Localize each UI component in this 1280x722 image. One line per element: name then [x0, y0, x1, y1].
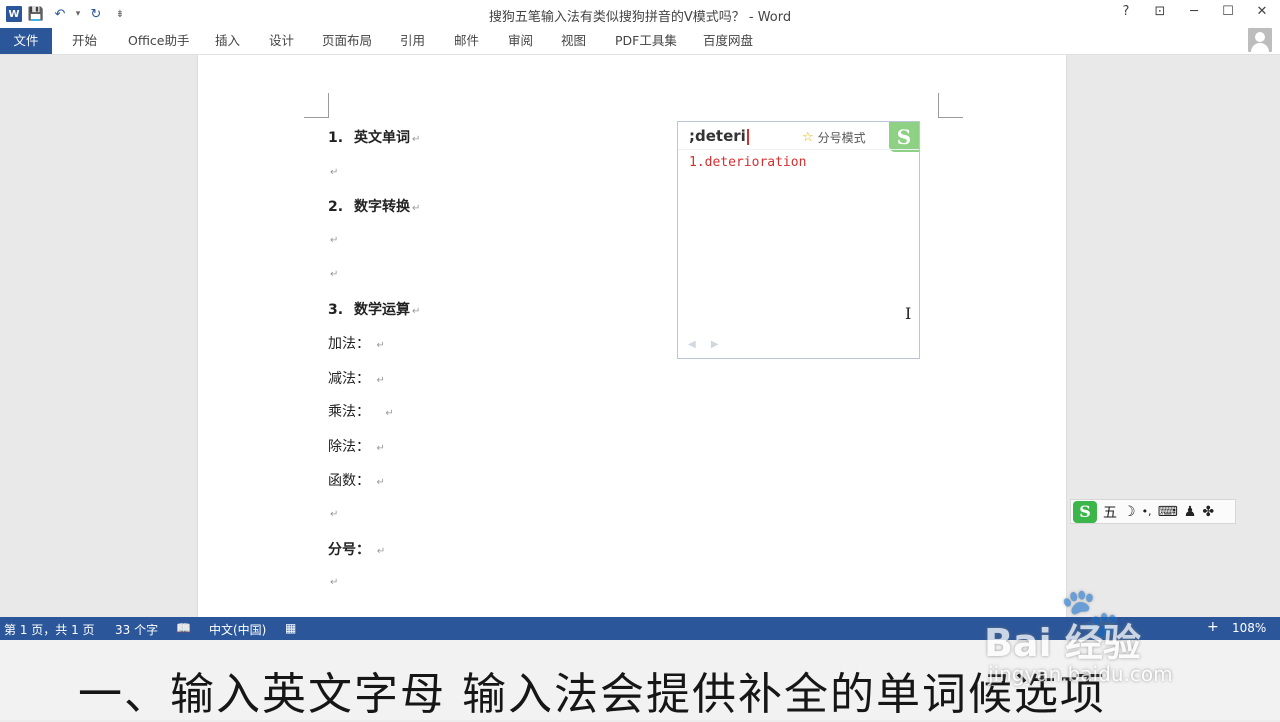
empty-paragraph[interactable]: ↵ [328, 505, 338, 521]
tab-design[interactable]: 设计 [261, 28, 302, 54]
heading-english-words: 英文单词 [354, 130, 410, 146]
list-item[interactable]: 3. 数学运算 ↵ [328, 299, 420, 319]
user-avatar[interactable] [1248, 28, 1272, 52]
paragraph-division[interactable]: 除法： ↵ [328, 436, 385, 456]
tab-view[interactable]: 视图 [553, 28, 594, 54]
paragraph-mark: ↵ [330, 269, 339, 280]
label-division: 除法： [328, 439, 370, 455]
paragraph-addition[interactable]: 加法： ↵ [328, 333, 385, 353]
ibeam-cursor-icon: I [905, 304, 912, 323]
paragraph-mark: ↵ [376, 546, 386, 557]
paragraph-mark: ↵ [376, 340, 385, 351]
tab-pdf-tools[interactable]: PDF工具集 [607, 28, 685, 54]
paragraph-mark: ↵ [376, 443, 385, 454]
tab-references[interactable]: 引用 [392, 28, 433, 54]
ime-mode-indicator: ☆ 分号模式 [802, 129, 866, 146]
ime-mode-wubi[interactable]: 五 [1103, 502, 1117, 522]
maximize-icon[interactable]: ☐ [1218, 4, 1238, 19]
word-count[interactable]: 33 个字 [115, 621, 158, 638]
crop-mark-top-left [304, 93, 329, 118]
sogou-logo-icon: S [889, 122, 919, 152]
paragraph-mark: ↵ [330, 167, 339, 178]
paragraph-fraction[interactable]: 分号： ↵ [328, 539, 385, 559]
user-icon[interactable]: ♟ [1184, 504, 1197, 520]
paragraph-mark: ↵ [385, 408, 394, 419]
ribbon-tabs: 文件 开始 Office助手 插入 设计 页面布局 引用 邮件 审阅 视图 PD… [0, 28, 1280, 55]
ribbon-display-icon[interactable]: ⊡ [1150, 4, 1170, 19]
ime-candidate-1[interactable]: 1.deterioration [689, 155, 806, 170]
moon-icon[interactable]: ☽ [1123, 504, 1136, 520]
ime-candidate-window: ;deteri ☆ 分号模式 S 1.deterioration ◀ ▶ [677, 121, 920, 359]
label-fraction: 分号： [328, 542, 370, 558]
paragraph-mark: ↵ [412, 134, 421, 145]
tab-mailings[interactable]: 邮件 [446, 28, 487, 54]
empty-paragraph[interactable]: ↵ [328, 231, 338, 247]
ime-input-line: ;deteri [689, 127, 749, 145]
list-item[interactable]: 2. 数字转换 ↵ [328, 196, 420, 216]
window-title: 搜狗五笔输入法有类似搜狗拼音的V模式吗？ - Word [488, 10, 792, 25]
language-indicator[interactable]: 中文(中国) [209, 621, 266, 638]
window-controls: ? ⊡ ─ ☐ ✕ [1116, 4, 1272, 19]
list-number: 3. [328, 302, 344, 318]
proofing-icon[interactable]: 📖 [176, 621, 191, 635]
heading-math-operations: 数学运算 [354, 302, 410, 318]
paragraph-function[interactable]: 函数： ↵ [328, 470, 385, 490]
paragraph-mark: ↵ [376, 375, 385, 386]
zoom-level[interactable]: 108% [1232, 621, 1266, 635]
empty-paragraph[interactable]: ↵ [328, 265, 338, 281]
tab-review[interactable]: 审阅 [500, 28, 541, 54]
empty-paragraph[interactable]: ↵ [328, 573, 338, 589]
ime-composition-text: ;deteri [689, 127, 746, 145]
tab-insert[interactable]: 插入 [207, 28, 248, 54]
tab-page-layout[interactable]: 页面布局 [314, 28, 380, 54]
toolbox-icon[interactable]: ✤ [1202, 504, 1214, 520]
label-addition: 加法： [328, 336, 370, 352]
ime-mode-label: 分号模式 [817, 131, 866, 145]
caption-text: 一、输入英文字母 输入法会提供补全的单词候选项 [78, 669, 1106, 720]
document-page[interactable]: 1. 英文单词 ↵ ↵ 2. 数字转换 ↵ ↵ ↵ 3. 数学运算 ↵ 加法： ↵ 减法： … [198, 55, 1066, 617]
list-number: 2. [328, 199, 344, 215]
keyboard-icon[interactable]: ⌨ [1158, 504, 1178, 520]
ime-page-arrows-icon[interactable]: ◀ ▶ [688, 339, 725, 350]
crop-mark-top-right [938, 93, 963, 118]
list-item[interactable]: 1. 英文单词 ↵ [328, 127, 420, 147]
watermark-brand: Bai 经验 [984, 621, 1141, 665]
list-number: 1. [328, 130, 344, 146]
tab-file[interactable]: 文件 [0, 28, 52, 54]
tab-home[interactable]: 开始 [64, 28, 105, 54]
label-function: 函数： [328, 473, 370, 489]
empty-paragraph[interactable]: ↵ [328, 163, 338, 179]
document-area[interactable]: 1. 英文单词 ↵ ↵ 2. 数字转换 ↵ ↵ ↵ 3. 数学运算 ↵ 加法： ↵ 减法： … [0, 55, 1280, 617]
macro-icon[interactable]: ▦ [285, 621, 296, 635]
zoom-in-icon[interactable]: + [1207, 619, 1219, 635]
punctuation-icon[interactable]: •, [1142, 505, 1152, 518]
tab-baidu-netdisk[interactable]: 百度网盘 [695, 28, 761, 54]
paragraph-mark: ↵ [330, 577, 339, 588]
paragraph-subtraction[interactable]: 减法： ↵ [328, 368, 385, 388]
ime-divider [678, 149, 919, 150]
help-icon[interactable]: ? [1116, 4, 1136, 19]
tab-office-assistant[interactable]: Office助手 [120, 28, 198, 54]
ime-status-bar[interactable]: S 五 ☽ •, ⌨ ♟ ✤ [1070, 499, 1236, 524]
ime-caret [746, 128, 749, 145]
paragraph-mark: ↵ [412, 203, 421, 214]
page-count[interactable]: 第 1 页，共 1 页 [4, 621, 95, 638]
paragraph-mark: ↵ [412, 306, 421, 317]
label-multiplication: 乘法： [328, 404, 370, 420]
star-icon: ☆ [802, 130, 814, 145]
close-icon[interactable]: ✕ [1252, 4, 1272, 19]
sogou-logo-icon[interactable]: S [1073, 500, 1097, 523]
paragraph-mark: ↵ [330, 235, 339, 246]
minimize-icon[interactable]: ─ [1184, 4, 1204, 19]
paragraph-mark: ↵ [376, 477, 385, 488]
watermark-url: jingyan.baidu.com [988, 662, 1173, 686]
paragraph-multiplication[interactable]: 乘法： ↵ [328, 401, 394, 421]
label-subtraction: 减法： [328, 371, 370, 387]
heading-number-conversion: 数字转换 [354, 199, 410, 215]
paragraph-mark: ↵ [330, 509, 339, 520]
title-bar: W 💾 ↶ ▾ ↻ ⇟ 搜狗五笔输入法有类似搜狗拼音的V模式吗？ - Word … [0, 0, 1280, 28]
